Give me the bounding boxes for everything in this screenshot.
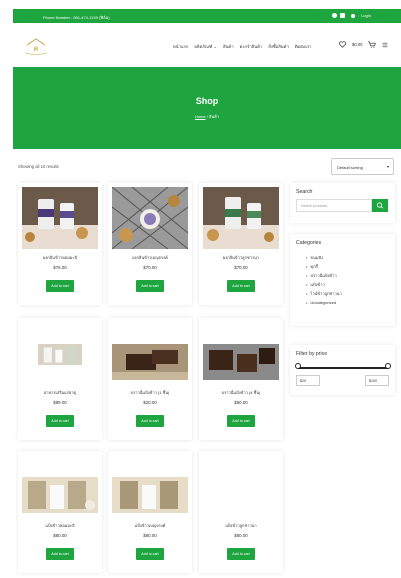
product-name[interactable]: แป้งข้าวเบญจรงค์ bbox=[108, 522, 192, 529]
product-price: $99.00 bbox=[53, 400, 67, 405]
add-to-cart-button[interactable]: Add to cart bbox=[227, 415, 255, 427]
nav-products[interactable]: ผลิตภัณฑ์ ⌄ bbox=[194, 43, 217, 50]
product-name[interactable]: ผงกลิ่นข้าวเบญจรงค์ bbox=[108, 254, 192, 261]
category-item[interactable]: ไวน์ข้าวลูกชาวนา bbox=[306, 289, 341, 298]
product-image[interactable] bbox=[112, 187, 188, 249]
sort-label: Default sorting bbox=[337, 165, 363, 170]
add-to-cart-button[interactable]: Add to cart bbox=[136, 548, 164, 560]
product-card[interactable]: ผงกลิ่นข้าวลูกชาวนา $70.00 Add to cart bbox=[199, 183, 283, 305]
breadcrumb-current: สินค้า bbox=[208, 114, 220, 119]
product-card[interactable]: แป้งข้าวเบญจรงค์ $80.00 Add to cart bbox=[108, 451, 192, 573]
nav-order[interactable]: สั่งซื้อสินค้า bbox=[268, 43, 289, 50]
top-info-bar: Phone Number : 081-474-1139 (ฟิล์ม) Logi… bbox=[13, 9, 401, 23]
product-price: $70.00 bbox=[234, 265, 248, 270]
product-image[interactable] bbox=[203, 344, 279, 380]
search-placeholder: Search products... bbox=[301, 204, 331, 208]
header-icons: $0.00 bbox=[339, 41, 388, 48]
product-card[interactable]: แป้งข้าวลูกชาวนา $80.00 Add to cart bbox=[199, 451, 283, 573]
product-image[interactable] bbox=[112, 477, 188, 513]
product-name[interactable]: แป้งข้าวลูกชาวนา bbox=[199, 522, 283, 529]
product-price: $80.00 bbox=[53, 533, 67, 538]
product-card[interactable]: บราวนี่แป้งข้าว (1 ชิ้น) $20.00 Add to c… bbox=[108, 318, 192, 440]
category-item[interactable]: แป้งข้าว bbox=[306, 280, 342, 289]
categories-widget-title: Categories bbox=[296, 240, 322, 246]
product-image[interactable] bbox=[22, 477, 98, 513]
category-list: ขนมปัง คุกกี้ บราวนี่แป้งข้าว แป้งข้าว ไ… bbox=[306, 253, 342, 307]
product-card[interactable]: แป้งข้าวหอมมะลิ $80.00 Add to cart bbox=[18, 451, 102, 573]
price-slider-min-handle[interactable] bbox=[295, 363, 301, 369]
product-image[interactable] bbox=[22, 344, 98, 380]
product-card[interactable]: ผงกลิ่นข้าวหอมมะลิ $75.00 Add to cart bbox=[18, 183, 102, 305]
page-title: Shop bbox=[195, 96, 219, 106]
top-social-icons: Login bbox=[332, 13, 371, 18]
product-name[interactable]: อาหารเสริมแร่ธาตุ bbox=[18, 389, 102, 396]
site-header: ค หน้าแรก ผลิตภัณฑ์ ⌄ สินค้า ตะกร้าสินค้… bbox=[13, 23, 401, 67]
category-item[interactable]: ขนมปัง bbox=[306, 253, 342, 262]
shop-hero: Shop Home / สินค้า bbox=[13, 67, 401, 149]
max-price-field[interactable]: $100 bbox=[365, 375, 389, 386]
product-price: $80.00 bbox=[234, 533, 248, 538]
add-to-cart-button[interactable]: Add to cart bbox=[136, 415, 164, 427]
product-image[interactable] bbox=[203, 187, 279, 249]
product-name[interactable]: แป้งข้าวหอมมะลิ bbox=[18, 522, 102, 529]
product-price: $80.00 bbox=[143, 533, 157, 538]
product-name[interactable]: บราวนี่แป้งข้าว (4 ชิ้น) bbox=[199, 389, 283, 396]
categories-widget: Categories ขนมปัง คุกกี้ บราวนี่แป้งข้าว… bbox=[290, 234, 395, 326]
cart-total[interactable]: $0.00 bbox=[352, 42, 362, 47]
product-price: $20.00 bbox=[143, 400, 157, 405]
login-link[interactable]: Login bbox=[361, 13, 371, 18]
product-price: $50.00 bbox=[234, 400, 248, 405]
category-item[interactable]: บราวนี่แป้งข้าว bbox=[306, 271, 342, 280]
product-name[interactable]: ผงกลิ่นข้าวหอมมะลิ bbox=[18, 254, 102, 261]
price-slider-track[interactable] bbox=[298, 367, 388, 369]
product-price: $70.00 bbox=[143, 265, 157, 270]
add-to-cart-button[interactable]: Add to cart bbox=[227, 280, 255, 292]
nav-contact[interactable]: ติดต่อเรา bbox=[295, 43, 312, 50]
search-icon bbox=[376, 202, 384, 209]
results-count: Showing all 10 results bbox=[18, 164, 59, 169]
price-slider-max-handle[interactable] bbox=[385, 363, 391, 369]
add-to-cart-button[interactable]: Add to cart bbox=[46, 280, 74, 292]
brand-logo[interactable]: ค bbox=[21, 37, 51, 55]
svg-text:ค: ค bbox=[33, 44, 38, 53]
product-image[interactable] bbox=[22, 187, 98, 249]
nav-cart[interactable]: ตะกร้าสินค้า bbox=[240, 43, 263, 50]
sort-select[interactable]: Default sorting ▾ bbox=[331, 158, 394, 175]
product-card[interactable]: ผงกลิ่นข้าวเบญจรงค์ $70.00 Add to cart bbox=[108, 183, 192, 305]
cart-icon[interactable] bbox=[368, 41, 377, 48]
nav-shop[interactable]: สินค้า bbox=[223, 43, 234, 50]
search-widget-title: Search bbox=[296, 189, 313, 195]
add-to-cart-button[interactable]: Add to cart bbox=[136, 280, 164, 292]
search-widget: Search Search products... bbox=[290, 183, 395, 223]
search-input[interactable]: Search products... bbox=[296, 199, 372, 212]
product-card[interactable]: อาหารเสริมแร่ธาตุ $99.00 Add to cart bbox=[18, 318, 102, 440]
search-button[interactable] bbox=[372, 199, 388, 212]
product-price: $75.00 bbox=[53, 265, 67, 270]
product-name[interactable]: ผงกลิ่นข้าวลูกชาวนา bbox=[199, 254, 283, 261]
menu-icon[interactable] bbox=[382, 42, 388, 48]
category-item[interactable]: คุกกี้ bbox=[306, 262, 342, 271]
product-card[interactable]: บราวนี่แป้งข้าว (4 ชิ้น) $50.00 Add to c… bbox=[199, 318, 283, 440]
price-filter-title: Filter by price bbox=[296, 351, 328, 357]
category-item[interactable]: Uncategorized bbox=[306, 298, 342, 307]
nav-home[interactable]: หน้าแรก bbox=[173, 43, 188, 50]
product-image[interactable] bbox=[112, 344, 188, 380]
min-price-field[interactable]: $20 bbox=[296, 375, 320, 386]
add-to-cart-button[interactable]: Add to cart bbox=[46, 415, 74, 427]
line-icon[interactable] bbox=[340, 13, 346, 18]
breadcrumb: Home / สินค้า bbox=[194, 114, 220, 119]
add-to-cart-button[interactable]: Add to cart bbox=[227, 548, 255, 560]
price-filter-widget: Filter by price $20 $100 bbox=[290, 345, 395, 395]
facebook-icon[interactable] bbox=[332, 13, 338, 18]
chevron-down-icon: ▾ bbox=[386, 164, 389, 169]
main-nav: หน้าแรก ผลิตภัณฑ์ ⌄ สินค้า ตะกร้าสินค้า … bbox=[173, 43, 312, 50]
heart-icon[interactable] bbox=[339, 41, 346, 48]
add-to-cart-button[interactable]: Add to cart bbox=[46, 548, 74, 560]
phone-number: Phone Number : 081-474-1139 (ฟิล์ม) bbox=[43, 15, 110, 20]
user-icon[interactable] bbox=[351, 13, 356, 18]
breadcrumb-home[interactable]: Home bbox=[195, 114, 206, 119]
product-name[interactable]: บราวนี่แป้งข้าว (1 ชิ้น) bbox=[108, 389, 192, 396]
